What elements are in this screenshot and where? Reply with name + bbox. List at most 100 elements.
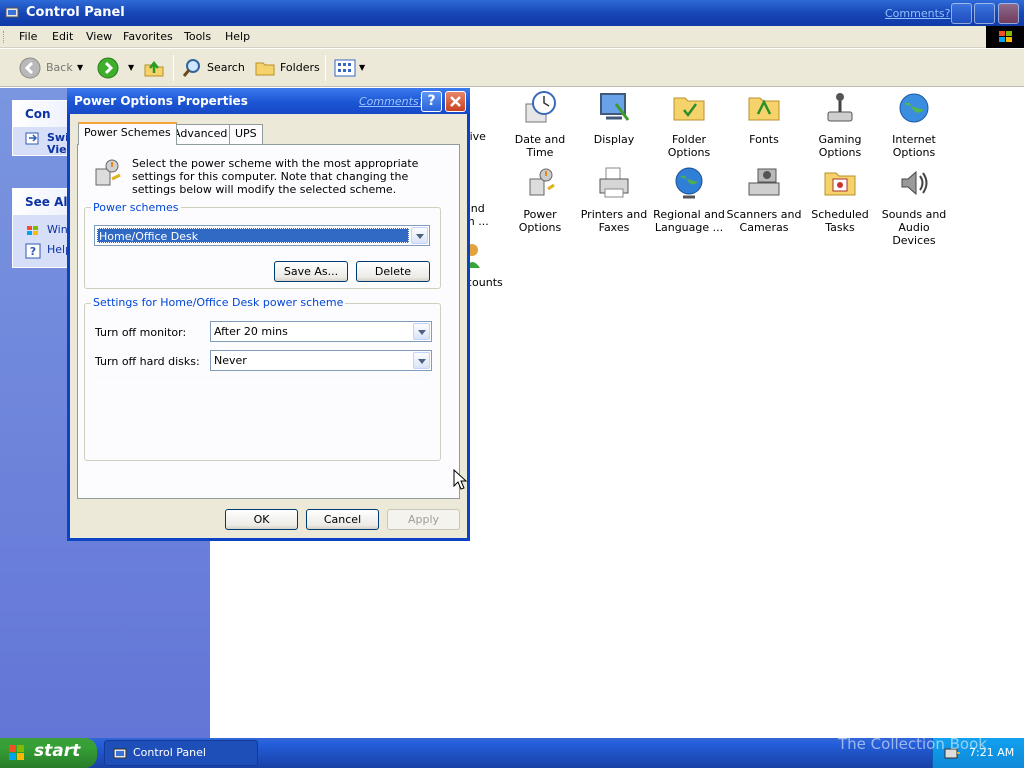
power-scheme-icon — [95, 159, 121, 186]
menu-edit[interactable]: Edit — [52, 30, 73, 43]
item-label: Gaming — [818, 133, 862, 146]
settings-group-label: Settings for Home/Office Desk power sche… — [91, 296, 346, 309]
tab-advanced[interactable]: Advanced — [167, 124, 234, 144]
folders-icon[interactable] — [254, 57, 276, 79]
windows-flag-icon — [9, 745, 24, 760]
back-dropdown-icon[interactable]: ▼ — [77, 57, 83, 79]
monitor-timeout-value: After 20 mins — [214, 325, 288, 338]
folders-button[interactable]: Folders — [280, 57, 320, 79]
camera-icon — [748, 168, 780, 196]
back-arrow-icon[interactable] — [19, 57, 41, 79]
item-label: and — [464, 202, 485, 215]
power-scheme-value: Home/Office Desk — [97, 228, 409, 243]
disks-timeout-select[interactable]: Never — [210, 350, 432, 371]
cancel-button[interactable]: Cancel — [306, 509, 379, 530]
monitor-label: Turn off monitor: — [95, 326, 187, 339]
monitor-icon — [600, 93, 630, 121]
item-label: Date and Time — [514, 133, 566, 159]
apply-button[interactable]: Apply — [387, 509, 460, 530]
back-button[interactable]: Back — [46, 57, 73, 79]
comments-link[interactable]: Comments? — [885, 7, 950, 20]
item-label: Display — [593, 133, 635, 146]
power-icon — [529, 168, 555, 196]
item-scheduled-tasks[interactable]: Scheduled Tasks — [802, 165, 878, 234]
item-sounds-and-audio[interactable]: Sounds and Audio Devices — [876, 165, 952, 247]
disks-timeout-value: Never — [214, 354, 247, 367]
tab-ups[interactable]: UPS — [229, 124, 263, 144]
toolbar-separator — [173, 55, 174, 81]
item-network-connections[interactable]: and m ... — [464, 178, 504, 228]
dialog-titlebar[interactable]: Power Options Properties Comments? ? — [67, 88, 470, 114]
item-label: Scheduled — [811, 208, 869, 221]
item-label: Tasks — [825, 221, 855, 234]
item-label: Internet — [892, 133, 936, 146]
save-as-button[interactable]: Save As... — [274, 261, 348, 282]
item-label: Audio Devices — [892, 221, 936, 247]
item-label: Sounds and — [881, 208, 947, 221]
item-scanners-and-cameras[interactable]: Scanners and Cameras — [726, 165, 802, 234]
item-date-and-time[interactable]: Date and Time — [502, 90, 578, 159]
delete-button[interactable]: Delete — [356, 261, 430, 282]
item-label: Power Options — [518, 208, 562, 234]
item-label: Faxes — [598, 221, 630, 234]
speaker-icon — [901, 170, 928, 196]
close-button[interactable] — [998, 3, 1019, 24]
taskbar-item-control-panel[interactable]: Control Panel — [104, 740, 258, 766]
menu-tools[interactable]: Tools — [184, 30, 211, 43]
item-regional-and-language[interactable]: Regional and Language ... — [651, 165, 727, 234]
item-label: counts — [466, 276, 503, 289]
tab-power-schemes[interactable]: Power Schemes — [78, 122, 177, 145]
settings-divider — [94, 382, 430, 383]
ok-button[interactable]: OK — [225, 509, 298, 530]
views-dropdown-icon[interactable]: ▼ — [359, 57, 365, 79]
minimize-button[interactable] — [951, 3, 972, 24]
item-label: Options — [892, 146, 936, 159]
forward-arrow-icon[interactable] — [97, 57, 119, 79]
monitor-timeout-select[interactable]: After 20 mins — [210, 321, 432, 342]
dialog-title: Power Options Properties — [74, 94, 248, 108]
joystick-icon — [827, 93, 853, 122]
forward-dropdown-icon[interactable]: ▼ — [128, 57, 134, 79]
item-fonts[interactable]: Fonts — [726, 90, 802, 146]
item-user-accounts[interactable]: counts — [466, 240, 516, 289]
chevron-down-icon[interactable] — [411, 227, 428, 244]
tab-panel-power-schemes: Select the power scheme with the most ap… — [77, 144, 460, 499]
views-icon[interactable] — [334, 57, 356, 79]
dialog-close-button[interactable] — [445, 91, 466, 112]
calendar-folder-icon — [824, 172, 856, 196]
menu-favorites[interactable]: Favorites — [123, 30, 173, 43]
fonts-folder-icon — [748, 97, 780, 121]
world-icon — [675, 167, 703, 199]
window-titlebar: Control Panel Comments? — [0, 0, 1024, 26]
start-button[interactable]: start — [0, 738, 97, 768]
close-icon — [450, 96, 461, 107]
search-button[interactable]: Search — [207, 57, 245, 79]
dialog-comments-link[interactable]: Comments? — [359, 95, 424, 108]
chevron-down-icon[interactable] — [413, 323, 430, 340]
restore-button[interactable] — [974, 3, 995, 24]
up-folder-icon[interactable] — [143, 57, 165, 79]
toolbar-separator — [325, 55, 326, 81]
power-scheme-select[interactable]: Home/Office Desk — [94, 225, 430, 246]
svg-text:?: ? — [30, 245, 36, 258]
disks-label: Turn off hard disks: — [95, 355, 200, 368]
clock-icon — [525, 91, 556, 123]
chevron-down-icon[interactable] — [413, 352, 430, 369]
dialog-help-button[interactable]: ? — [421, 91, 442, 112]
menu-help[interactable]: Help — [225, 30, 250, 43]
item-folder-options[interactable]: Folder Options — [651, 90, 727, 159]
control-panel-icon — [113, 748, 127, 759]
item-label: Regional and — [653, 208, 725, 221]
menu-file[interactable]: File — [19, 30, 37, 43]
window-title: Control Panel — [26, 5, 125, 20]
item-gaming-options[interactable]: Gaming Options — [802, 90, 878, 159]
item-power-options[interactable]: Power Options — [502, 165, 578, 234]
item-display[interactable]: Display — [576, 90, 652, 146]
search-icon[interactable] — [181, 57, 203, 79]
item-label: Fonts — [749, 133, 779, 146]
item-internet-options[interactable]: Internet Options — [876, 90, 952, 159]
menu-view[interactable]: View — [86, 30, 112, 43]
item-label: Scanners and — [726, 208, 802, 221]
item-label: Cameras — [739, 221, 789, 234]
item-printers-and-faxes[interactable]: Printers and Faxes — [576, 165, 652, 234]
